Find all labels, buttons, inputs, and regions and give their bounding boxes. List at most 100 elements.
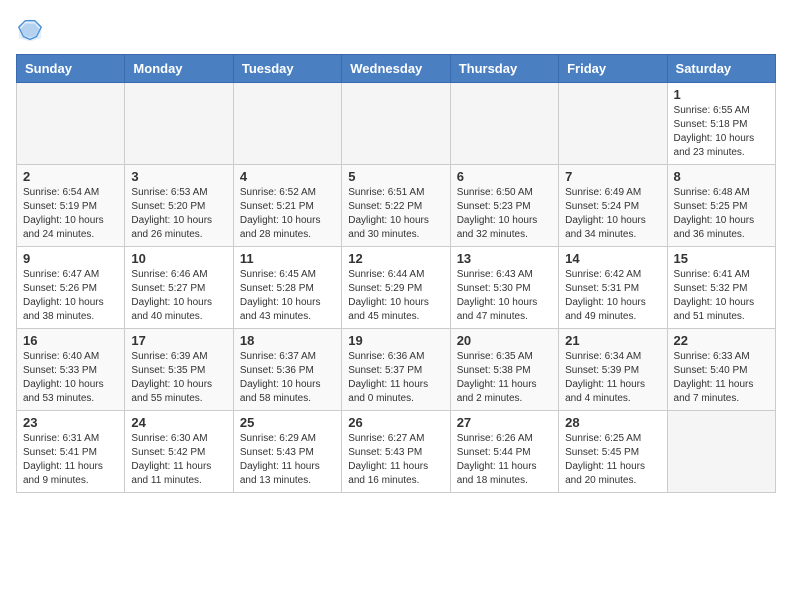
calendar-cell: 24 Sunrise: 6:30 AM Sunset: 5:42 PM Dayli… bbox=[125, 411, 233, 493]
week-row-4: 23 Sunrise: 6:31 AM Sunset: 5:41 PM Dayli… bbox=[17, 411, 776, 493]
day-number: 22 bbox=[674, 333, 769, 348]
day-info: Sunrise: 6:52 AM Sunset: 5:21 PM Dayligh… bbox=[240, 186, 335, 242]
day-number: 1 bbox=[674, 87, 769, 102]
day-number: 12 bbox=[348, 251, 443, 266]
logo bbox=[16, 16, 48, 44]
day-number: 23 bbox=[23, 415, 118, 430]
day-number: 8 bbox=[674, 169, 769, 184]
calendar-cell: 18 Sunrise: 6:37 AM Sunset: 5:36 PM Dayli… bbox=[233, 329, 341, 411]
calendar-cell: 15 Sunrise: 6:41 AM Sunset: 5:32 PM Dayli… bbox=[667, 247, 775, 329]
day-number: 7 bbox=[565, 169, 660, 184]
calendar-cell: 12 Sunrise: 6:44 AM Sunset: 5:29 PM Dayli… bbox=[342, 247, 450, 329]
day-info: Sunrise: 6:39 AM Sunset: 5:35 PM Dayligh… bbox=[131, 350, 226, 406]
day-number: 21 bbox=[565, 333, 660, 348]
calendar-cell: 1 Sunrise: 6:55 AM Sunset: 5:18 PM Daylig… bbox=[667, 83, 775, 165]
calendar-cell: 10Sunrise: 6:46 AM Sunset: 5:27 PM Dayli… bbox=[125, 247, 233, 329]
calendar-cell: 4 Sunrise: 6:52 AM Sunset: 5:21 PM Daylig… bbox=[233, 165, 341, 247]
calendar-cell: 2 Sunrise: 6:54 AM Sunset: 5:19 PM Daylig… bbox=[17, 165, 125, 247]
day-number: 20 bbox=[457, 333, 552, 348]
calendar-cell bbox=[559, 83, 667, 165]
day-number: 2 bbox=[23, 169, 118, 184]
day-number: 28 bbox=[565, 415, 660, 430]
day-info: Sunrise: 6:31 AM Sunset: 5:41 PM Dayligh… bbox=[23, 432, 118, 488]
calendar-cell: 14 Sunrise: 6:42 AM Sunset: 5:31 PM Dayli… bbox=[559, 247, 667, 329]
calendar-cell: 16 Sunrise: 6:40 AM Sunset: 5:33 PM Dayli… bbox=[17, 329, 125, 411]
header-thursday: Thursday bbox=[450, 55, 558, 83]
day-number: 14 bbox=[565, 251, 660, 266]
day-number: 26 bbox=[348, 415, 443, 430]
day-info: Sunrise: 6:44 AM Sunset: 5:29 PM Dayligh… bbox=[348, 268, 443, 324]
day-info: Sunrise: 6:27 AM Sunset: 5:43 PM Dayligh… bbox=[348, 432, 443, 488]
day-info: Sunrise: 6:37 AM Sunset: 5:36 PM Dayligh… bbox=[240, 350, 335, 406]
day-info: Sunrise: 6:47 AM Sunset: 5:26 PM Dayligh… bbox=[23, 268, 118, 324]
day-number: 13 bbox=[457, 251, 552, 266]
calendar-cell: 7 Sunrise: 6:49 AM Sunset: 5:24 PM Daylig… bbox=[559, 165, 667, 247]
week-row-0: 1 Sunrise: 6:55 AM Sunset: 5:18 PM Daylig… bbox=[17, 83, 776, 165]
day-number: 15 bbox=[674, 251, 769, 266]
calendar-cell bbox=[233, 83, 341, 165]
day-number: 17 bbox=[131, 333, 226, 348]
calendar-cell: 25 Sunrise: 6:29 AM Sunset: 5:43 PM Dayli… bbox=[233, 411, 341, 493]
day-info: Sunrise: 6:33 AM Sunset: 5:40 PM Dayligh… bbox=[674, 350, 769, 406]
header-wednesday: Wednesday bbox=[342, 55, 450, 83]
day-info: Sunrise: 6:45 AM Sunset: 5:28 PM Dayligh… bbox=[240, 268, 335, 324]
day-number: 19 bbox=[348, 333, 443, 348]
day-info: Sunrise: 6:30 AM Sunset: 5:42 PM Dayligh… bbox=[131, 432, 226, 488]
header bbox=[16, 16, 776, 44]
day-info: Sunrise: 6:43 AM Sunset: 5:30 PM Dayligh… bbox=[457, 268, 552, 324]
week-row-1: 2 Sunrise: 6:54 AM Sunset: 5:19 PM Daylig… bbox=[17, 165, 776, 247]
calendar-cell bbox=[342, 83, 450, 165]
calendar-cell: 3Sunrise: 6:53 AM Sunset: 5:20 PM Daylig… bbox=[125, 165, 233, 247]
day-info: Sunrise: 6:26 AM Sunset: 5:44 PM Dayligh… bbox=[457, 432, 552, 488]
day-number: 25 bbox=[240, 415, 335, 430]
header-tuesday: Tuesday bbox=[233, 55, 341, 83]
day-number: 6 bbox=[457, 169, 552, 184]
calendar-cell: 8Sunrise: 6:48 AM Sunset: 5:25 PM Daylig… bbox=[667, 165, 775, 247]
calendar-cell: 11 Sunrise: 6:45 AM Sunset: 5:28 PM Dayli… bbox=[233, 247, 341, 329]
calendar-cell: 20 Sunrise: 6:35 AM Sunset: 5:38 PM Dayli… bbox=[450, 329, 558, 411]
logo-icon bbox=[16, 16, 44, 44]
calendar-cell: 9 Sunrise: 6:47 AM Sunset: 5:26 PM Daylig… bbox=[17, 247, 125, 329]
day-info: Sunrise: 6:42 AM Sunset: 5:31 PM Dayligh… bbox=[565, 268, 660, 324]
day-info: Sunrise: 6:35 AM Sunset: 5:38 PM Dayligh… bbox=[457, 350, 552, 406]
day-number: 4 bbox=[240, 169, 335, 184]
day-number: 27 bbox=[457, 415, 552, 430]
calendar-cell: 22 Sunrise: 6:33 AM Sunset: 5:40 PM Dayli… bbox=[667, 329, 775, 411]
day-info: Sunrise: 6:40 AM Sunset: 5:33 PM Dayligh… bbox=[23, 350, 118, 406]
calendar-cell: 23 Sunrise: 6:31 AM Sunset: 5:41 PM Dayli… bbox=[17, 411, 125, 493]
day-number: 9 bbox=[23, 251, 118, 266]
day-info: Sunrise: 6:49 AM Sunset: 5:24 PM Dayligh… bbox=[565, 186, 660, 242]
day-info: Sunrise: 6:41 AM Sunset: 5:32 PM Dayligh… bbox=[674, 268, 769, 324]
calendar-cell bbox=[125, 83, 233, 165]
calendar-cell: 13 Sunrise: 6:43 AM Sunset: 5:30 PM Dayli… bbox=[450, 247, 558, 329]
day-info: Sunrise: 6:34 AM Sunset: 5:39 PM Dayligh… bbox=[565, 350, 660, 406]
header-monday: Monday bbox=[125, 55, 233, 83]
calendar-cell bbox=[450, 83, 558, 165]
header-sunday: Sunday bbox=[17, 55, 125, 83]
header-saturday: Saturday bbox=[667, 55, 775, 83]
calendar-cell: 28 Sunrise: 6:25 AM Sunset: 5:45 PM Dayli… bbox=[559, 411, 667, 493]
day-info: Sunrise: 6:54 AM Sunset: 5:19 PM Dayligh… bbox=[23, 186, 118, 242]
day-number: 16 bbox=[23, 333, 118, 348]
day-info: Sunrise: 6:46 AM Sunset: 5:27 PM Dayligh… bbox=[131, 268, 226, 324]
day-info: Sunrise: 6:29 AM Sunset: 5:43 PM Dayligh… bbox=[240, 432, 335, 488]
calendar-table: SundayMondayTuesdayWednesdayThursdayFrid… bbox=[16, 54, 776, 493]
calendar-cell: 21 Sunrise: 6:34 AM Sunset: 5:39 PM Dayli… bbox=[559, 329, 667, 411]
week-row-2: 9 Sunrise: 6:47 AM Sunset: 5:26 PM Daylig… bbox=[17, 247, 776, 329]
calendar-cell: 6 Sunrise: 6:50 AM Sunset: 5:23 PM Daylig… bbox=[450, 165, 558, 247]
calendar-cell: 26 Sunrise: 6:27 AM Sunset: 5:43 PM Dayli… bbox=[342, 411, 450, 493]
day-info: Sunrise: 6:51 AM Sunset: 5:22 PM Dayligh… bbox=[348, 186, 443, 242]
day-info: Sunrise: 6:36 AM Sunset: 5:37 PM Dayligh… bbox=[348, 350, 443, 406]
day-number: 3 bbox=[131, 169, 226, 184]
calendar-cell: 27 Sunrise: 6:26 AM Sunset: 5:44 PM Dayli… bbox=[450, 411, 558, 493]
calendar-cell: 19 Sunrise: 6:36 AM Sunset: 5:37 PM Dayli… bbox=[342, 329, 450, 411]
day-info: Sunrise: 6:55 AM Sunset: 5:18 PM Dayligh… bbox=[674, 104, 769, 160]
day-info: Sunrise: 6:25 AM Sunset: 5:45 PM Dayligh… bbox=[565, 432, 660, 488]
day-number: 18 bbox=[240, 333, 335, 348]
header-friday: Friday bbox=[559, 55, 667, 83]
calendar-cell: 17 Sunrise: 6:39 AM Sunset: 5:35 PM Dayli… bbox=[125, 329, 233, 411]
calendar-cell: 5Sunrise: 6:51 AM Sunset: 5:22 PM Daylig… bbox=[342, 165, 450, 247]
day-info: Sunrise: 6:50 AM Sunset: 5:23 PM Dayligh… bbox=[457, 186, 552, 242]
day-number: 11 bbox=[240, 251, 335, 266]
day-number: 24 bbox=[131, 415, 226, 430]
